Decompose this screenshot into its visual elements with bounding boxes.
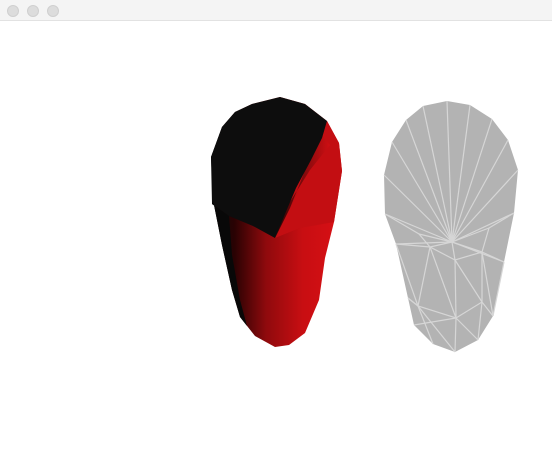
zoom-button[interactable] [47,5,59,17]
app-window [0,0,552,454]
minimize-button[interactable] [27,5,39,17]
shaded-capsule[interactable] [211,97,342,347]
3d-viewport[interactable] [0,21,552,454]
close-button[interactable] [7,5,19,17]
title-bar[interactable] [0,0,552,21]
scene-canvas[interactable] [0,21,552,454]
wireframe-capsule[interactable] [383,100,519,353]
